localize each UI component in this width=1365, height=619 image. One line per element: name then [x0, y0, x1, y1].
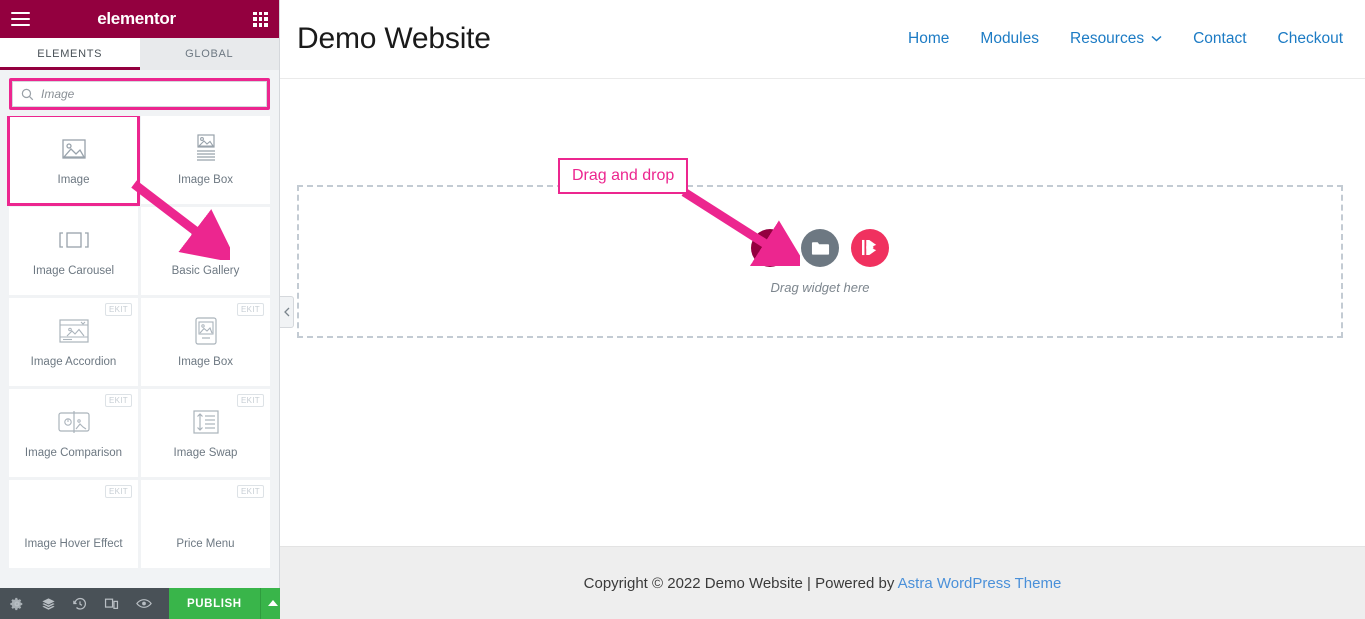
site-nav: Home Modules Resources Contact Checkout: [908, 30, 1343, 48]
image-accordion-icon: [58, 316, 90, 346]
nav-label: Contact: [1193, 30, 1247, 47]
widget-label: Image Swap: [173, 447, 238, 459]
nav-label: Resources: [1070, 30, 1145, 47]
panel-tabs: ELEMENTS GLOBAL: [0, 38, 279, 70]
dropzone-center: Drag widget here: [751, 228, 889, 295]
nav-label: Home: [908, 30, 950, 47]
preview-eye-icon[interactable]: [136, 597, 152, 610]
settings-gear-icon[interactable]: [10, 597, 24, 611]
publish-button[interactable]: PUBLISH: [169, 588, 260, 619]
ekit-badge: EKIT: [237, 485, 264, 498]
search-area: [0, 70, 279, 116]
search-icon: [21, 88, 34, 100]
widget-basic-gallery[interactable]: Basic Gallery: [141, 207, 270, 295]
widget-label: Image Box: [178, 356, 233, 368]
widget-image[interactable]: Image: [7, 116, 140, 206]
image-icon: [60, 134, 88, 164]
widget-label: Image Carousel: [32, 265, 115, 277]
widget-label: Image Accordion: [30, 356, 117, 368]
ekit-badge: EKIT: [237, 394, 264, 407]
image-box-icon: [192, 134, 220, 164]
ekit-badge: EKIT: [237, 303, 264, 316]
panel-collapse-handle[interactable]: [280, 296, 294, 328]
publish-group: PUBLISH: [169, 588, 286, 619]
widget-image-hover-effect[interactable]: EKIT Image Hover Effect: [9, 480, 138, 568]
tab-elements[interactable]: ELEMENTS: [0, 38, 140, 70]
image-comparison-icon: [57, 407, 91, 437]
dropzone-buttons: [751, 228, 889, 267]
history-clock-icon[interactable]: [73, 597, 87, 611]
navigator-layers-icon[interactable]: [41, 597, 56, 611]
footer-prefix: Copyright © 2022 Demo Website | Powered …: [583, 574, 898, 592]
widget-label: Price Menu: [176, 538, 235, 550]
dropzone-label: Drag widget here: [770, 279, 870, 295]
annotation-label: Drag and drop: [558, 158, 689, 194]
panel-header: elementor: [0, 0, 279, 38]
widget-price-menu[interactable]: EKIT Price Menu: [141, 480, 270, 568]
widget-label: Image Hover Effect: [24, 538, 123, 550]
nav-item-modules[interactable]: Modules: [980, 30, 1039, 48]
search-input[interactable]: [41, 87, 258, 101]
widget-label: Image Comparison: [24, 447, 123, 459]
widget-image-box[interactable]: Image Box: [141, 116, 270, 204]
section-dropzone[interactable]: Drag widget here: [297, 185, 1343, 338]
chevron-down-icon: [1151, 34, 1162, 44]
widget-image-box-ekit[interactable]: EKIT Image Box: [141, 298, 270, 386]
elementor-editor: elementor ELEMENTS GLOBAL Image Image Im…: [0, 0, 1365, 619]
panel-footer: PUBLISH: [0, 588, 286, 619]
image-box-ekit-icon: [194, 316, 218, 346]
nav-item-home[interactable]: Home: [908, 30, 949, 48]
astra-theme-link[interactable]: Astra WordPress Theme: [898, 575, 1062, 592]
widget-image-accordion[interactable]: EKIT Image Accordion: [9, 298, 138, 386]
nav-label: Modules: [980, 30, 1039, 47]
widget-label: Image: [57, 174, 90, 186]
basic-gallery-icon: [190, 225, 221, 255]
image-swap-icon: [192, 407, 220, 437]
footer-copyright: Copyright © 2022 Demo Website | Powered …: [584, 575, 1062, 592]
tab-global[interactable]: GLOBAL: [139, 38, 279, 70]
ekit-badge: EKIT: [105, 485, 132, 498]
widget-image-swap[interactable]: EKIT Image Swap: [141, 389, 270, 477]
elementor-panel: elementor ELEMENTS GLOBAL Image Image Im…: [0, 0, 286, 619]
nav-item-contact[interactable]: Contact: [1193, 30, 1246, 48]
add-ekit-block-button[interactable]: [851, 228, 889, 267]
nav-item-resources[interactable]: Resources: [1070, 30, 1162, 48]
add-new-section-button[interactable]: [751, 228, 789, 267]
canvas-body: Drag widget here: [280, 79, 1365, 546]
widget-image-comparison[interactable]: EKIT Image Comparison: [9, 389, 138, 477]
image-carousel-icon: [57, 225, 91, 255]
widget-label: Basic Gallery: [171, 265, 240, 277]
site-title: Demo Website: [297, 22, 491, 55]
site-footer: Copyright © 2022 Demo Website | Powered …: [280, 546, 1365, 619]
ekit-badge: EKIT: [105, 394, 132, 407]
site-header: Demo Website Home Modules Resources Cont…: [280, 0, 1365, 79]
search-highlight: [9, 78, 270, 110]
nav-label: Checkout: [1277, 30, 1343, 47]
widget-label: Image Box: [178, 174, 233, 186]
add-template-button[interactable]: [801, 228, 839, 267]
widget-list: Image Image Box Image Carousel Basic Gal…: [0, 116, 279, 588]
hamburger-icon[interactable]: [11, 12, 30, 26]
nav-item-checkout[interactable]: Checkout: [1278, 30, 1343, 48]
responsive-preview-icon[interactable]: [104, 597, 119, 611]
elementor-logo: elementor: [97, 9, 176, 28]
site-canvas: Demo Website Home Modules Resources Cont…: [280, 0, 1365, 619]
widget-image-carousel[interactable]: Image Carousel: [9, 207, 138, 295]
apps-grid-icon[interactable]: [253, 11, 268, 27]
ekit-badge: EKIT: [105, 303, 132, 316]
